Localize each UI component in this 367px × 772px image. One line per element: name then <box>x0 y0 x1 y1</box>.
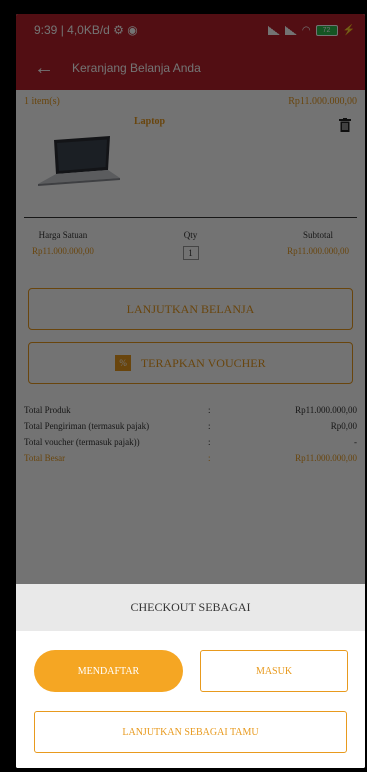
signal-icon <box>267 25 280 35</box>
signal-icon-2 <box>284 25 297 35</box>
wifi-icon: ◠ <box>301 24 311 36</box>
total-row: Total Produk : Rp11.000.000,00 <box>24 402 357 418</box>
checkout-sheet: MENDAFTAR MASUK LANJUTKAN SEBAGAI TAMU <box>16 631 365 768</box>
unit-price-column: Harga Satuan Rp11.000.000,00 <box>32 230 94 280</box>
cart-content: 1 item(s) Rp11.000.000,00 Laptop Harga S… <box>16 90 365 584</box>
checkout-sheet-title: CHECKOUT SEBAGAI <box>16 584 365 631</box>
voucher-percent-icon: % <box>115 355 131 371</box>
back-arrow-icon[interactable]: ← <box>34 58 54 78</box>
total-label: Total voucher (termasuk pajak)) <box>24 437 140 447</box>
items-total: Rp11.000.000,00 <box>288 95 357 107</box>
status-time: 9:39 | 4,0KB/d ⚙ ◉ <box>34 23 138 37</box>
unit-price-value: Rp11.000.000,00 <box>32 246 94 256</box>
total-value: Rp11.000.000,00 <box>295 405 357 415</box>
status-icons: ◠ 72 ⚡ <box>267 24 355 36</box>
price-table: Harga Satuan Rp11.000.000,00 Qty 1 Subto… <box>16 218 365 280</box>
continue-shopping-button[interactable]: LANJUTKAN BELANJA <box>28 288 353 330</box>
cart-summary-row: 1 item(s) Rp11.000.000,00 <box>16 90 365 112</box>
battery-icon: 72 <box>315 24 338 36</box>
status-bar: 9:39 | 4,0KB/d ⚙ ◉ ◠ 72 ⚡ <box>16 14 365 46</box>
grand-total-label: Total Besar <box>24 453 66 463</box>
subtotal-column: Subtotal Rp11.000.000,00 <box>287 230 349 280</box>
subtotal-header: Subtotal <box>303 230 334 240</box>
total-colon: : <box>208 421 211 431</box>
total-label: Total Pengiriman (termasuk pajak) <box>24 421 150 431</box>
qty-header: Qty <box>183 230 198 240</box>
app-bar: ← Keranjang Belanja Anda <box>16 46 365 90</box>
unit-price-header: Harga Satuan <box>38 230 88 240</box>
charging-icon: ⚡ <box>342 24 355 36</box>
cart-item: Laptop <box>24 112 357 218</box>
total-label: Total Produk <box>24 405 71 415</box>
grand-total-colon: : <box>208 453 211 463</box>
login-button[interactable]: MASUK <box>200 650 348 692</box>
trash-icon[interactable] <box>339 118 351 132</box>
page-title: Keranjang Belanja Anda <box>72 61 201 75</box>
items-count: 1 item(s) <box>24 95 60 107</box>
total-row: Total voucher (termasuk pajak)) : - <box>24 434 357 450</box>
grand-total-row: Total Besar : Rp11.000.000,00 <box>24 450 357 466</box>
qty-input[interactable]: 1 <box>182 246 199 260</box>
product-name: Laptop <box>134 116 166 127</box>
total-colon: : <box>208 437 211 447</box>
guest-checkout-button[interactable]: LANJUTKAN SEBAGAI TAMU <box>34 711 347 753</box>
apply-voucher-button[interactable]: % TERAPKAN VOUCHER <box>28 342 353 384</box>
total-colon: : <box>208 405 211 415</box>
qty-column: Qty 1 <box>182 230 199 280</box>
total-value: - <box>354 437 357 447</box>
laptop-product-image <box>38 136 120 186</box>
phone-screen: 9:39 | 4,0KB/d ⚙ ◉ ◠ 72 ⚡ ← Keranjang Be… <box>16 14 365 768</box>
total-value: Rp0,00 <box>330 421 357 431</box>
apply-voucher-label: TERAPKAN VOUCHER <box>140 355 266 370</box>
grand-total-value: Rp11.000.000,00 <box>295 453 357 463</box>
register-button[interactable]: MENDAFTAR <box>34 650 183 692</box>
subtotal-value: Rp11.000.000,00 <box>287 246 349 256</box>
total-row: Total Pengiriman (termasuk pajak) : Rp0,… <box>24 418 357 434</box>
totals-summary: Total Produk : Rp11.000.000,00 Total Pen… <box>16 384 365 466</box>
